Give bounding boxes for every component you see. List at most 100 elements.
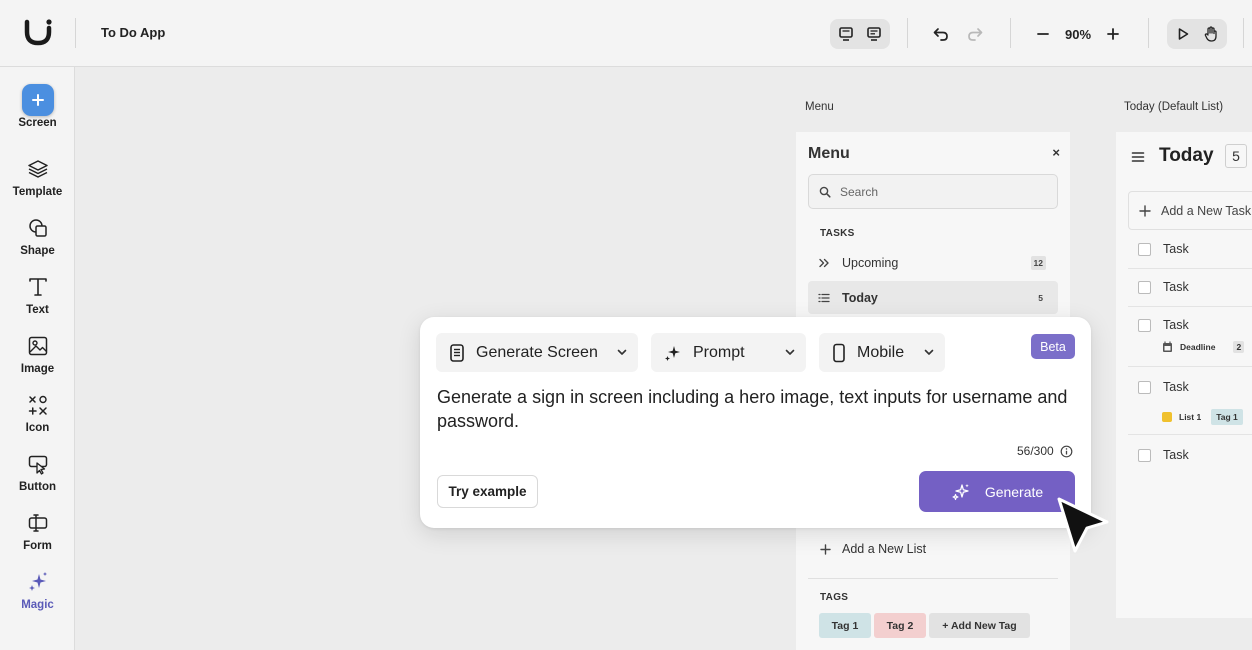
sparkle-icon [665,345,680,361]
prompt-textarea[interactable]: Generate a sign in screen including a he… [437,385,1077,433]
info-icon[interactable] [1060,445,1073,458]
list-color-swatch [1162,412,1172,422]
list-icon [818,293,830,302]
plus-icon [1139,204,1151,217]
menu-item-upcoming[interactable]: Upcoming 12 [808,246,1058,279]
divider [1148,18,1149,48]
frame-label-menu[interactable]: Menu [805,101,834,113]
play-icon [1178,28,1189,40]
frame-label-today[interactable]: Today (Default List) [1124,101,1223,113]
preview-view-button[interactable] [860,20,888,48]
desktop-view-button[interactable] [832,20,860,48]
divider [1243,18,1244,48]
redo-button[interactable] [961,20,989,48]
icon-set-icon [22,389,54,421]
history-group [927,19,989,49]
today-title: Today [1159,145,1214,166]
tag-chip-2[interactable]: Tag 2 [874,613,926,638]
task-item[interactable]: Task [1138,318,1189,332]
tags-heading: TAGS [820,592,849,603]
tool-template[interactable]: Template [0,153,75,205]
divider [907,18,908,48]
add-list-label: Add a New List [842,542,927,556]
hamburger-menu-icon[interactable] [1131,150,1145,164]
deadline-label: Deadline [1180,342,1216,352]
task-checkbox[interactable] [1138,242,1151,256]
tool-text[interactable]: Text [0,271,75,323]
hand-tool-button[interactable] [1197,20,1225,48]
tool-icon[interactable]: Icon [0,389,75,441]
device-dropdown[interactable]: Mobile [819,333,945,372]
divider [1010,18,1011,48]
list-label: List 1 [1179,412,1202,422]
add-tag-button[interactable]: + Add New Tag [929,613,1030,638]
mobile-icon [833,343,845,362]
close-icon[interactable]: × [1052,145,1060,160]
menu-search-box[interactable] [808,174,1058,209]
generate-button[interactable]: Generate [919,471,1075,512]
add-task-label: Add a New Task [1161,203,1252,218]
add-list-button[interactable]: Add a New List [820,542,926,556]
input-type-dropdown[interactable]: Prompt [651,333,806,372]
undo-icon [933,28,948,41]
tag-chip-1[interactable]: Tag 1 [819,613,871,638]
tool-button[interactable]: Button [0,448,75,500]
sparkle-icon [952,483,969,500]
preview-view-icon [867,27,881,41]
menu-title: Menu [808,145,850,162]
task-item[interactable]: Task [1138,380,1189,394]
task-item[interactable]: Task [1138,280,1189,294]
zoom-group: 90% [1029,19,1127,49]
tool-label: Icon [25,422,50,434]
device-label: Mobile [857,343,905,361]
menu-item-label: Upcoming [842,255,899,270]
zoom-in-button[interactable] [1099,20,1127,48]
task-label: Task [1163,318,1189,332]
undo-button[interactable] [927,20,955,48]
task-checkbox[interactable] [1138,318,1151,332]
tool-label: Button [18,481,57,493]
task-checkbox[interactable] [1138,280,1151,294]
divider [808,578,1058,579]
play-button[interactable] [1169,20,1197,48]
tool-screen[interactable]: Screen [0,84,75,136]
view-mode-group [830,19,890,49]
deadline-count: 2 [1233,341,1245,353]
tool-magic[interactable]: Magic [0,566,75,618]
search-input[interactable] [840,184,1040,199]
minus-icon [1037,33,1049,35]
app-logo-icon[interactable] [22,18,54,48]
menu-item-label: Today [842,290,878,305]
button-icon [22,448,54,480]
tool-form[interactable]: Form [0,507,75,559]
task-item[interactable]: Task [1138,242,1189,256]
tool-shape[interactable]: Shape [0,212,75,264]
tool-label: Image [20,363,55,375]
menu-item-today[interactable]: Today 5 [808,281,1058,314]
zoom-level[interactable]: 90% [1057,27,1099,42]
plus-icon [21,84,54,116]
tool-image[interactable]: Image [0,330,75,382]
task-checkbox[interactable] [1138,380,1151,394]
add-task-button[interactable]: Add a New Task [1128,191,1252,230]
divider [1128,306,1252,307]
mode-dropdown[interactable]: Generate Screen [436,333,638,372]
project-title[interactable]: To Do App [101,25,165,40]
zoom-out-button[interactable] [1029,20,1057,48]
tool-label: Magic [21,599,54,611]
task-item[interactable]: Task [1138,448,1189,462]
desktop-view-icon [839,27,853,41]
today-screen-frame[interactable]: Today 5 Add a New Task Task Task Task De… [1116,132,1252,618]
list-meta: List 1 Tag 1 [1162,409,1243,425]
count-badge: 12 [1030,255,1046,270]
generate-label: Generate [984,483,1044,500]
plus-icon [1107,28,1119,40]
mode-label: Generate Screen [476,343,598,361]
task-label: Task [1163,380,1189,394]
try-example-button[interactable]: Try example [437,475,538,508]
divider [1128,366,1252,367]
task-label: Task [1163,280,1189,294]
task-checkbox[interactable] [1138,448,1151,462]
character-counter: 56/300 [1017,444,1073,458]
form-icon [22,507,54,539]
